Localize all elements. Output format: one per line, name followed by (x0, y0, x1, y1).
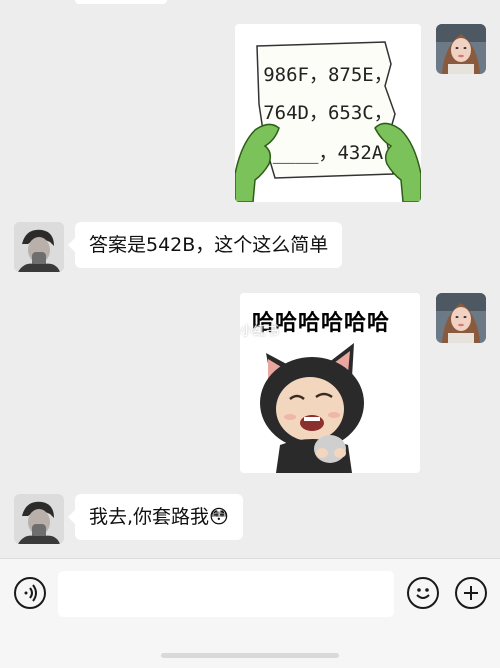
text-message-reply[interactable]: 我去,你套路我😳 (68, 494, 243, 540)
watermark-text: 小红书 (240, 324, 280, 339)
home-indicator[interactable] (161, 653, 339, 658)
avatar-self[interactable] (436, 24, 486, 74)
avatar-contact[interactable] (14, 222, 64, 272)
image-message-laugh[interactable]: 哈哈哈哈哈哈 小红书 (240, 293, 420, 473)
text-message-answer[interactable]: 答案是542B，这个这么简单 (67, 222, 343, 268)
voice-icon[interactable] (14, 577, 46, 609)
puzzle-line-2: 764D，653C， (263, 102, 393, 124)
puzzle-line-3: ____，432A (272, 142, 384, 164)
puzzle-line-1: 986F，875E， (263, 64, 393, 86)
previous-message-edge (75, 0, 167, 4)
avatar-contact[interactable] (14, 494, 64, 544)
plus-icon[interactable] (455, 577, 487, 609)
image-message-puzzle[interactable]: 986F，875E， 764D，653C， ____，432A (235, 24, 421, 202)
emoji-icon[interactable] (407, 577, 439, 609)
avatar-self[interactable] (436, 293, 486, 343)
message-input[interactable] (58, 571, 394, 617)
chat-area[interactable]: 986F，875E， 764D，653C， ____，432A 答案是542B，… (0, 0, 500, 560)
input-bar (0, 558, 500, 668)
